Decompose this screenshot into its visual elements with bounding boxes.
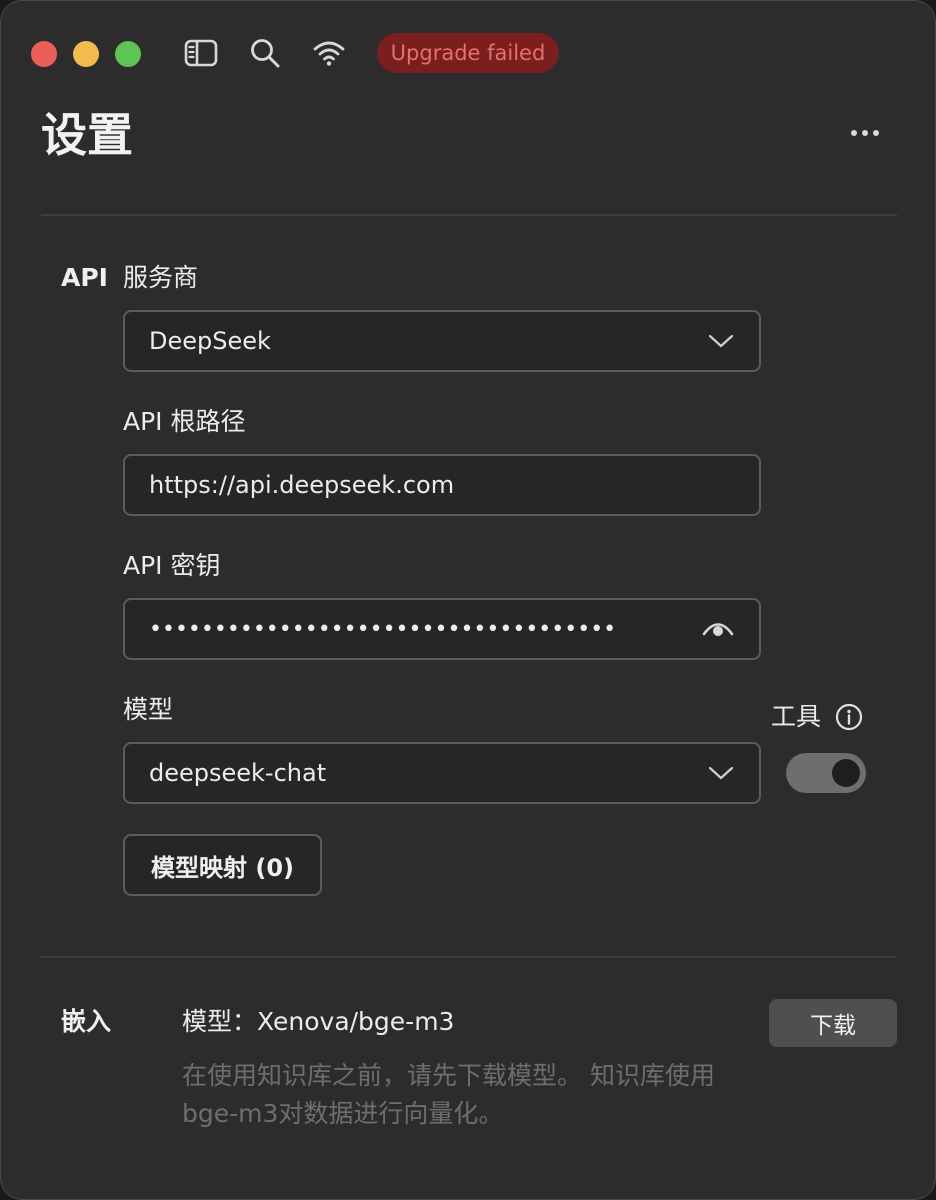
tools-toggle[interactable] <box>786 753 866 793</box>
toggle-knob <box>832 759 860 787</box>
api-root-value: https://api.deepseek.com <box>149 471 455 499</box>
wifi-icon[interactable] <box>311 35 347 71</box>
minimize-window-button[interactable] <box>73 41 99 67</box>
api-key-value: •••••••••••••••••••••••••••••••••••• <box>149 616 617 642</box>
info-icon[interactable] <box>835 703 863 731</box>
provider-label: 服务商 <box>123 263 199 292</box>
settings-window: Upgrade failed 设置 API 服务商 DeepSeek API 根… <box>0 0 936 1200</box>
api-root-label: API 根路径 <box>123 407 246 436</box>
model-label: 模型 <box>123 695 174 724</box>
api-key-input[interactable]: •••••••••••••••••••••••••••••••••••• <box>123 598 761 660</box>
chevron-down-icon <box>707 333 735 349</box>
close-window-button[interactable] <box>31 41 57 67</box>
provider-select[interactable]: DeepSeek <box>123 310 761 372</box>
tools-label: 工具 <box>771 702 822 731</box>
tools-label-group: 工具 <box>771 702 863 732</box>
model-value: deepseek-chat <box>149 759 327 787</box>
zoom-window-button[interactable] <box>115 41 141 67</box>
sidebar-icon[interactable] <box>183 35 219 71</box>
header-divider <box>41 214 897 216</box>
eye-icon[interactable] <box>701 617 735 641</box>
download-button[interactable]: 下载 <box>769 999 897 1047</box>
section-divider <box>41 956 897 958</box>
api-section-label: API <box>61 263 108 292</box>
api-root-input[interactable]: https://api.deepseek.com <box>123 454 761 516</box>
provider-value: DeepSeek <box>149 327 271 355</box>
embedding-description: 在使用知识库之前，请先下载模型。 知识库使用bge-m3对数据进行向量化。 <box>182 1061 715 1128</box>
model-mapping-button[interactable]: 模型映射 (0) <box>123 834 322 896</box>
embedding-section-label: 嵌入 <box>61 1007 112 1036</box>
more-icon[interactable] <box>847 121 883 145</box>
chevron-down-icon <box>707 765 735 781</box>
page-title: 设置 <box>41 108 133 162</box>
search-icon[interactable] <box>247 35 283 71</box>
model-select[interactable]: deepseek-chat <box>123 742 761 804</box>
api-key-label: API 密钥 <box>123 551 221 580</box>
embedding-model-text: 模型：Xenova/bge-m3 <box>182 1007 455 1036</box>
upgrade-failed-badge[interactable]: Upgrade failed <box>377 33 559 73</box>
